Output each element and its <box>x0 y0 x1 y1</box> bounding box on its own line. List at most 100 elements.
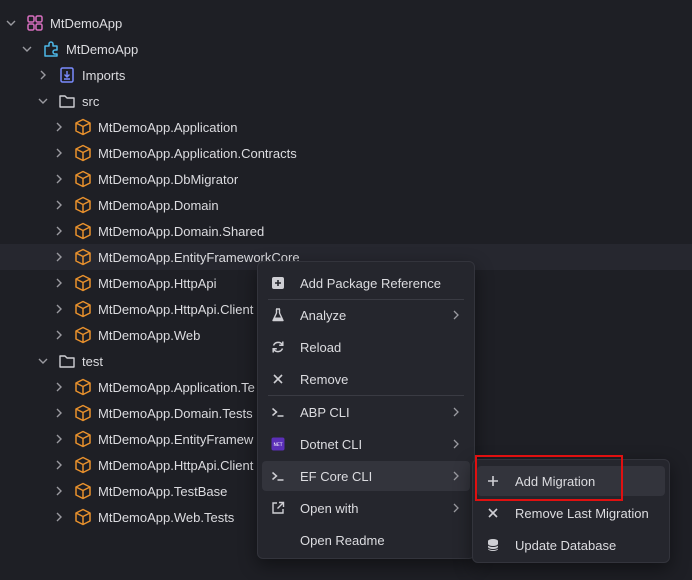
package-icon <box>74 118 92 136</box>
project-label: MtDemoApp <box>66 41 139 57</box>
add-package-icon <box>270 275 286 291</box>
ef-core-submenu: Add Migration Remove Last Migration Upda… <box>472 459 670 563</box>
menu-item-abp-cli[interactable]: ABP CLI <box>262 397 470 427</box>
package-icon <box>74 170 92 188</box>
menu-item-open-readme[interactable]: Open Readme <box>262 525 470 555</box>
package-icon <box>74 430 92 448</box>
chevron-right-icon <box>453 503 459 513</box>
menu-item-remove[interactable]: Remove <box>262 364 470 394</box>
menu-item-dotnet-cli[interactable]: NET Dotnet CLI <box>262 429 470 459</box>
close-icon <box>270 371 286 387</box>
project-item-label: MtDemoApp.EntityFramew <box>98 431 254 447</box>
project-item-label: MtDemoApp.Application <box>98 119 238 135</box>
package-icon <box>74 404 92 422</box>
tree-row-imports[interactable]: Imports <box>0 62 692 88</box>
submenu-item-remove-last-migration[interactable]: Remove Last Migration <box>477 498 665 528</box>
chevron-right-icon[interactable] <box>52 432 66 446</box>
package-icon <box>74 144 92 162</box>
menu-item-reload[interactable]: Reload <box>262 332 470 362</box>
chevron-right-icon[interactable] <box>52 276 66 290</box>
chevron-right-icon[interactable] <box>52 224 66 238</box>
project-item-label: MtDemoApp.Web.Tests <box>98 509 235 525</box>
folder-icon <box>58 352 76 370</box>
menu-separator <box>268 395 464 396</box>
src-folder-label: src <box>82 93 100 109</box>
chevron-right-icon[interactable] <box>52 172 66 186</box>
project-item-label: MtDemoApp.Web <box>98 327 201 343</box>
dotnet-icon: NET <box>270 436 286 452</box>
tree-row-project[interactable]: MtDemoApp <box>0 36 692 62</box>
chevron-right-icon <box>453 471 459 481</box>
chevron-right-icon[interactable] <box>52 120 66 134</box>
test-folder-label: test <box>82 353 103 369</box>
package-icon <box>74 300 92 318</box>
chevron-down-icon[interactable] <box>36 354 50 368</box>
package-icon <box>74 508 92 526</box>
solution-label: MtDemoApp <box>50 15 123 31</box>
open-external-icon <box>270 500 286 516</box>
submenu-item-add-migration[interactable]: Add Migration <box>477 466 665 496</box>
imports-icon <box>58 66 76 84</box>
package-icon <box>74 326 92 344</box>
project-item-label: MtDemoApp.Application.Te <box>98 379 255 395</box>
chevron-right-icon[interactable] <box>52 510 66 524</box>
chevron-right-icon[interactable] <box>52 406 66 420</box>
svg-text:NET: NET <box>274 442 283 448</box>
chevron-right-icon[interactable] <box>52 198 66 212</box>
project-item-label: MtDemoApp.DbMigrator <box>98 171 239 187</box>
flask-icon <box>270 307 286 323</box>
imports-label: Imports <box>82 67 126 83</box>
project-item-label: MtDemoApp.Domain.Shared <box>98 223 265 239</box>
folder-icon <box>58 92 76 110</box>
context-menu: Add Package Reference Analyze Reload Rem… <box>257 261 475 559</box>
chevron-down-icon[interactable] <box>20 42 34 56</box>
puzzle-icon <box>42 40 60 58</box>
package-icon <box>74 196 92 214</box>
chevron-right-icon <box>453 407 459 417</box>
tree-row-src[interactable]: src <box>0 88 692 114</box>
plus-icon <box>485 473 501 489</box>
tree-row-project-item[interactable]: MtDemoApp.Application.Contracts <box>0 140 692 166</box>
terminal-icon <box>270 468 286 484</box>
chevron-right-icon[interactable] <box>52 328 66 342</box>
chevron-right-icon[interactable] <box>36 68 50 82</box>
package-icon <box>74 482 92 500</box>
tree-row-project-item[interactable]: MtDemoApp.Application <box>0 114 692 140</box>
package-icon <box>74 222 92 240</box>
menu-item-ef-core-cli[interactable]: EF Core CLI <box>262 461 470 491</box>
package-icon <box>74 248 92 266</box>
chevron-right-icon[interactable] <box>52 302 66 316</box>
project-item-label: MtDemoApp.HttpApi.Client <box>98 301 254 317</box>
package-icon <box>74 456 92 474</box>
chevron-right-icon[interactable] <box>52 146 66 160</box>
tree-row-solution[interactable]: MtDemoApp <box>0 10 692 36</box>
close-icon <box>485 505 501 521</box>
menu-item-add-package-reference[interactable]: Add Package Reference <box>262 268 470 298</box>
menu-item-analyze[interactable]: Analyze <box>262 300 470 330</box>
chevron-right-icon <box>453 439 459 449</box>
tree-row-project-item[interactable]: MtDemoApp.DbMigrator <box>0 166 692 192</box>
submenu-item-update-database[interactable]: Update Database <box>477 530 665 560</box>
database-icon <box>485 537 501 553</box>
menu-item-open-with[interactable]: Open with <box>262 493 470 523</box>
chevron-down-icon[interactable] <box>4 16 18 30</box>
chevron-right-icon[interactable] <box>52 380 66 394</box>
chevron-down-icon[interactable] <box>36 94 50 108</box>
project-item-label: MtDemoApp.Domain.Tests <box>98 405 253 421</box>
reload-icon <box>270 339 286 355</box>
project-item-label: MtDemoApp.HttpApi.Client <box>98 457 254 473</box>
chevron-right-icon <box>453 310 459 320</box>
project-item-label: MtDemoApp.TestBase <box>98 483 228 499</box>
project-item-label: MtDemoApp.Application.Contracts <box>98 145 297 161</box>
chevron-right-icon[interactable] <box>52 484 66 498</box>
tree-row-project-item[interactable]: MtDemoApp.Domain <box>0 192 692 218</box>
tree-row-project-item[interactable]: MtDemoApp.Domain.Shared <box>0 218 692 244</box>
solution-icon <box>26 14 44 32</box>
blank-icon <box>270 532 286 548</box>
terminal-icon <box>270 404 286 420</box>
package-icon <box>74 378 92 396</box>
chevron-right-icon[interactable] <box>52 250 66 264</box>
project-item-label: MtDemoApp.Domain <box>98 197 219 213</box>
project-item-label: MtDemoApp.HttpApi <box>98 275 217 291</box>
chevron-right-icon[interactable] <box>52 458 66 472</box>
